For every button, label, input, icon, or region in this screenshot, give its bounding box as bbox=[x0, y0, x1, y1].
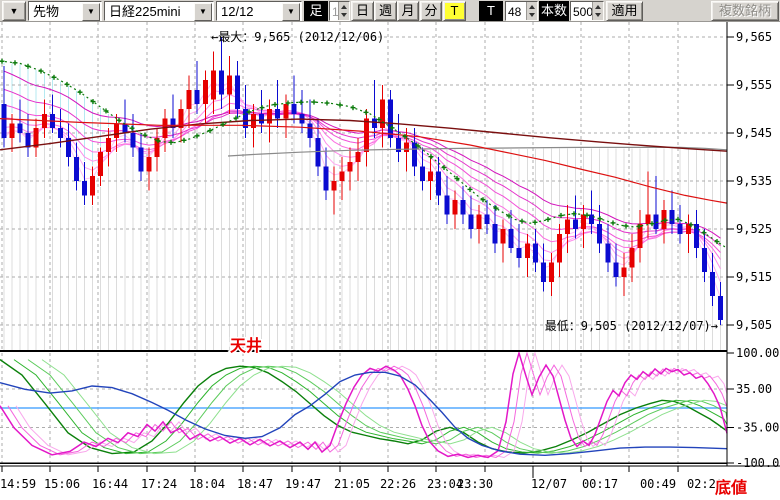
monthly-period-button[interactable]: 月 bbox=[397, 1, 419, 21]
bottom-annotation: 底値 bbox=[715, 478, 747, 497]
tick-type-label: T bbox=[479, 1, 503, 21]
chevron-down-icon[interactable]: ▼ bbox=[82, 3, 100, 21]
symbol-combobox[interactable]: 日経225mini ▼ bbox=[104, 1, 214, 21]
bar-interval-spinner[interactable]: 1 bbox=[329, 1, 350, 21]
bar-type-label: 足 bbox=[304, 1, 328, 21]
time-axis-label: 18:47 bbox=[237, 477, 273, 491]
spinner-updown-icon[interactable] bbox=[592, 2, 603, 20]
ma-ribbon bbox=[4, 71, 721, 298]
background-layer bbox=[4, 62, 720, 350]
chart-application-window: { "toolbar": { "dropdown_arrow": "▼", "m… bbox=[0, 0, 780, 500]
chevron-down-icon[interactable]: ▼ bbox=[282, 3, 300, 21]
minute-period-button[interactable]: 分 bbox=[420, 1, 442, 21]
price-chart[interactable]: 9,565 9,555 9,545 9,535 9,525 9,515 9,505 100.0… bbox=[0, 22, 780, 500]
market-combobox[interactable]: 先物 ▼ bbox=[28, 1, 102, 21]
price-axis-label: 9,525 bbox=[736, 222, 772, 236]
oscillator-axis-label: 35.00 bbox=[736, 382, 772, 396]
time-axis-label: 14:59 bbox=[0, 477, 36, 491]
oscillator-axis-label: -35.00 bbox=[736, 420, 779, 434]
contract-month-combobox[interactable]: 12/12 ▼ bbox=[216, 1, 302, 21]
price-axis-label: 9,545 bbox=[736, 126, 772, 140]
time-axis-label: 00:17 bbox=[582, 477, 618, 491]
time-axis-label: 19:47 bbox=[285, 477, 321, 491]
price-axis-label: 9,555 bbox=[736, 78, 772, 92]
tick-size-value: 48 bbox=[508, 3, 521, 21]
oscillator-axis-label: 100.00 bbox=[736, 346, 779, 360]
price-axis-label: 9,515 bbox=[736, 270, 772, 284]
daily-period-button[interactable]: 日 bbox=[351, 1, 374, 21]
chart-menu-dropdown-button[interactable]: ▼ bbox=[2, 1, 26, 21]
price-axis-label: 9,505 bbox=[736, 318, 772, 332]
min-price-annotation: 最低：9,505 (2012/12/07)→ bbox=[545, 319, 718, 333]
time-axis-label: 21:05 bbox=[334, 477, 370, 491]
time-axis-label: 23:30 bbox=[457, 477, 493, 491]
market-combobox-value: 先物 bbox=[33, 3, 59, 21]
price-axis-label: 9,535 bbox=[736, 174, 772, 188]
time-axis-label: 17:24 bbox=[141, 477, 177, 491]
apply-button[interactable]: 適用 bbox=[606, 1, 643, 21]
oscillator-axis-label: -100.00 bbox=[736, 456, 780, 470]
price-axis-label: 9,565 bbox=[736, 30, 772, 44]
oscillator-lines bbox=[0, 353, 727, 458]
symbol-combobox-value: 日経225mini bbox=[109, 3, 181, 21]
ceiling-annotation: 天井 bbox=[230, 336, 262, 355]
chevron-down-icon[interactable]: ▼ bbox=[194, 3, 212, 21]
spinner-updown-icon[interactable] bbox=[526, 2, 537, 20]
spinner-updown-icon[interactable] bbox=[338, 2, 349, 20]
tick-size-spinner[interactable]: 48 bbox=[505, 1, 538, 21]
toolbar: ▼ 先物 ▼ 日経225mini ▼ 12/12 ▼ 足 1 日 週 月 分 T… bbox=[0, 0, 780, 22]
time-axis-label: 16:44 bbox=[92, 477, 128, 491]
time-axis-label: 00:49 bbox=[640, 477, 676, 491]
time-axis-label: 12/07 bbox=[531, 477, 567, 491]
time-axis-label: 22:26 bbox=[380, 477, 416, 491]
chevron-down-icon: ▼ bbox=[10, 6, 19, 16]
max-price-annotation: ←最大：9,565 (2012/12/06) bbox=[211, 30, 384, 44]
time-axis-label: 15:06 bbox=[44, 477, 80, 491]
contract-month-combobox-value: 12/12 bbox=[221, 3, 254, 21]
bar-count-value: 500 bbox=[573, 3, 593, 21]
bar-count-spinner[interactable]: 500 bbox=[570, 1, 604, 21]
bar-count-label: 本数 bbox=[539, 1, 569, 21]
time-axis-label: 18:04 bbox=[189, 477, 225, 491]
weekly-period-button[interactable]: 週 bbox=[374, 1, 397, 21]
tick-period-button[interactable]: T bbox=[443, 1, 466, 21]
multi-symbol-button[interactable]: 複数銘柄 bbox=[711, 1, 779, 21]
